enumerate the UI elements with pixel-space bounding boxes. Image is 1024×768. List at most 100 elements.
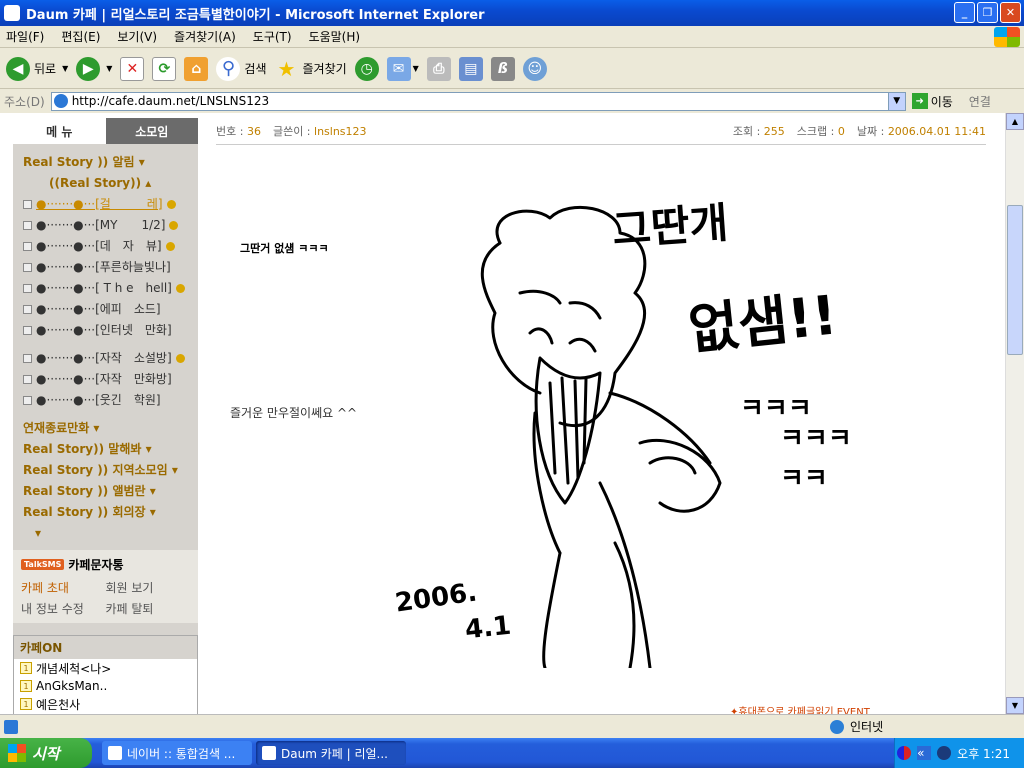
sidebar-board-item[interactable]: ●·······●···[자작 만화방] [23, 369, 198, 390]
expand-box-icon [23, 305, 32, 314]
network-icon[interactable] [937, 746, 952, 760]
sidebar-board-item[interactable]: ●·······●···[걸 레] [23, 194, 198, 215]
print-button[interactable]: ⎙ [426, 56, 451, 81]
forward-button[interactable]: ▶ ▼ [76, 56, 112, 81]
board-label: ●·······●···[에피 소드] [36, 302, 161, 316]
tray-arrow-icon[interactable]: « [917, 746, 932, 760]
mail-button[interactable]: ✉ ▼ [386, 56, 419, 81]
history-button[interactable]: ◷ [354, 56, 379, 81]
vertical-scrollbar[interactable]: ▲ ▼ [1005, 113, 1024, 714]
back-button[interactable]: ◀ 뒤로 ▼ [6, 56, 68, 81]
board-label: ●·······●···[걸 레] [36, 197, 163, 211]
scroll-up-icon[interactable]: ▲ [1006, 113, 1024, 130]
board-label: ●·······●···[웃긴 학원] [36, 393, 161, 407]
link-member-view[interactable]: 회원 보기 [106, 579, 191, 596]
sidebar-menu-heading[interactable]: ▾ [23, 523, 198, 544]
sidebar-board-item[interactable]: ●·······●···[ T h e hell] [23, 278, 198, 299]
menu-tools[interactable]: 도구(T) [253, 28, 292, 45]
messenger-button[interactable]: ☺ [522, 56, 547, 81]
expand-box-icon [23, 200, 32, 209]
cafe-on-member[interactable]: 1 개념세척<나> [14, 659, 197, 677]
link-edit-profile[interactable]: 내 정보 수정 [21, 600, 106, 617]
edit-page-icon: ▤ [458, 56, 483, 81]
sidebar-board-item[interactable]: ●·······●···[웃긴 학원] [23, 390, 198, 411]
menu-bar: 파일(F) 편집(E) 보기(V) 즐겨찾기(A) 도구(T) 도움말(H) [0, 26, 1024, 48]
post-text-line1: 그딴거 없섐 ㅋㅋㅋ [240, 242, 329, 255]
minimize-button[interactable]: _ [954, 2, 975, 23]
blog-button[interactable]: ß [490, 56, 515, 81]
sidebar-board-item[interactable]: ●·······●···[푸른하늘빛나] [23, 257, 198, 278]
scrap-label: 스크랩 : [796, 125, 838, 138]
address-dropdown-icon[interactable]: ▼ [887, 92, 905, 110]
sidebar-menu-heading[interactable]: Real Story)) 말해봐 ▾ [23, 439, 198, 460]
stop-button[interactable]: ✕ [120, 56, 145, 81]
expand-box-icon [23, 284, 32, 293]
favorites-button[interactable]: ★ 즐겨찾기 [275, 57, 347, 81]
close-button[interactable]: ✕ [1000, 2, 1021, 23]
phone-event-link[interactable]: ✦휴대폰으로 카페글읽기 EVENT [730, 703, 870, 714]
taskbar-item-daum[interactable]: Daum 카페 | 리얼... [256, 741, 406, 765]
refresh-button[interactable]: ⟳ [152, 56, 177, 81]
expand-box-icon [23, 354, 32, 363]
sidebar-board-item[interactable]: ●·······●···[에피 소드] [23, 299, 198, 320]
forward-dropdown-icon[interactable]: ▼ [106, 64, 112, 73]
stop-icon: ✕ [120, 56, 145, 81]
menu-edit[interactable]: 편집(E) [61, 28, 100, 45]
link-leave-cafe[interactable]: 카페 탈퇴 [106, 600, 191, 617]
drawing-laugh-3: ㅋㅋ [780, 464, 828, 494]
board-label: ●·······●···[데 자 뷰] [36, 239, 162, 253]
cafe-on-title: 카페ON [14, 636, 197, 659]
address-input[interactable]: http://cafe.daum.net/LNSLNS123 ▼ [50, 91, 906, 111]
drawing-text-top: 그딴개 [610, 198, 730, 255]
expand-box-icon [23, 396, 32, 405]
cafe-on-panel: 카페ON 1 개념세척<나> 1 AnGksMan.. 1 예은천사 [13, 635, 198, 714]
back-dropdown-icon[interactable]: ▼ [62, 64, 68, 73]
search-icon: ⚲ [216, 56, 241, 81]
date-label: 날짜 : [856, 125, 888, 138]
sidebar-menu-heading[interactable]: Real Story )) 회의장 ▾ [23, 502, 198, 523]
sidebar-board-item[interactable]: ●·······●···[데 자 뷰] [23, 236, 198, 257]
status-bar: 인터넷 [0, 714, 1024, 738]
scroll-thumb[interactable] [1007, 205, 1023, 355]
start-button[interactable]: 시작 [0, 738, 92, 768]
go-button[interactable]: ➜ 이동 [911, 93, 953, 110]
menu-view[interactable]: 보기(V) [117, 28, 157, 45]
home-icon: ⌂ [184, 56, 209, 81]
expand-box-icon [23, 242, 32, 251]
maximize-button[interactable]: ❐ [977, 2, 998, 23]
sidebar-menu-heading[interactable]: 연재종료만화 ▾ [23, 418, 198, 439]
sidebar-menu-heading[interactable]: ((Real Story)) ▴ [23, 173, 198, 194]
menu-help[interactable]: 도움말(H) [309, 28, 361, 45]
links-button[interactable]: 연결 [969, 93, 991, 110]
tab-subgroup[interactable]: 소모임 [105, 118, 198, 144]
search-button[interactable]: ⚲ 검색 [216, 56, 267, 81]
ime-icon[interactable] [897, 746, 912, 760]
board-label: ●·······●···[MY 1/2] [36, 218, 166, 232]
tab-menu[interactable]: 메 뉴 [13, 118, 106, 144]
sidebar-menu-heading[interactable]: Real Story )) 앨범란 ▾ [23, 481, 198, 502]
sidebar-board-item[interactable]: ●·······●···[인터넷 만화] [23, 320, 198, 341]
taskbar-item-naver[interactable]: 네이버 :: 통합검색 ... [102, 741, 252, 765]
sidebar-menu-heading[interactable]: Real Story )) 알림 ▾ [23, 152, 198, 173]
views-count: 255 [763, 125, 785, 138]
star-icon: ★ [277, 56, 296, 81]
cafe-on-member[interactable]: 1 예은천사 [14, 695, 197, 713]
cafe-on-member[interactable]: 1 AnGksMan.. [14, 677, 197, 695]
post-meta: 번호 : 36 글쓴이 : lnslns123 조회 : 255 스크랩 : 0… [216, 123, 986, 145]
sidebar-board-item[interactable]: ●·······●···[MY 1/2] [23, 215, 198, 236]
menu-favorites[interactable]: 즐겨찾기(A) [174, 28, 236, 45]
menu-file[interactable]: 파일(F) [6, 28, 44, 45]
sidebar-board-item[interactable]: ●·······●···[자작 소설방] [23, 348, 198, 369]
back-arrow-icon: ◀ [6, 56, 30, 81]
author-name[interactable]: lnslns123 [314, 125, 367, 138]
scrap-count: 0 [837, 125, 845, 138]
new-post-icon [169, 221, 179, 230]
mail-icon: ✉ [386, 56, 411, 81]
sms-title: 카페문자통 [68, 558, 124, 572]
scroll-down-icon[interactable]: ▼ [1006, 697, 1024, 714]
mail-dropdown-icon[interactable]: ▼ [413, 64, 419, 73]
link-cafe-invite[interactable]: 카페 초대 [21, 579, 106, 596]
edit-button[interactable]: ▤ [458, 56, 483, 81]
home-button[interactable]: ⌂ [184, 56, 209, 81]
sidebar-menu-heading[interactable]: Real Story )) 지역소모임 ▾ [23, 460, 198, 481]
